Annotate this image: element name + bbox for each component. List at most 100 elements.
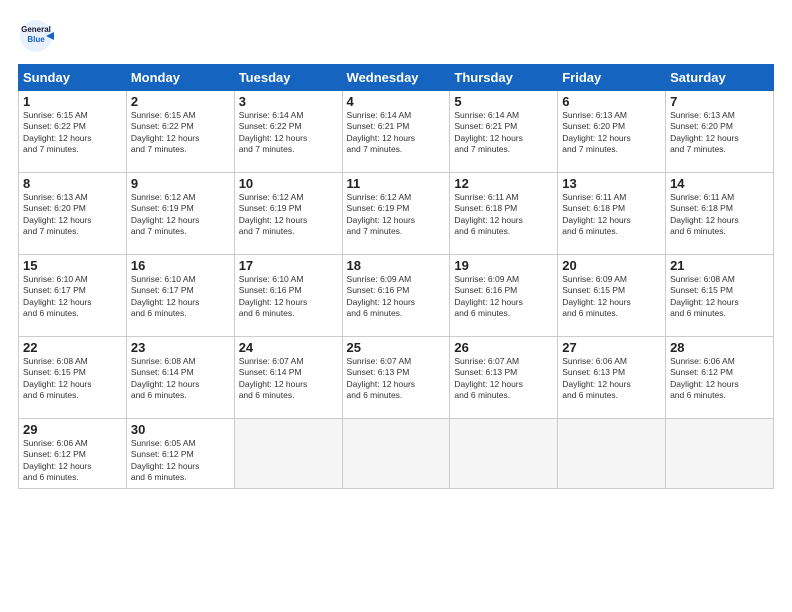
day-number: 2 <box>131 94 230 109</box>
cell-info: Sunrise: 6:13 AMSunset: 6:20 PMDaylight:… <box>670 110 769 156</box>
calendar-cell: 15Sunrise: 6:10 AMSunset: 6:17 PMDayligh… <box>19 255 127 337</box>
day-number: 4 <box>347 94 446 109</box>
calendar-cell: 2Sunrise: 6:15 AMSunset: 6:22 PMDaylight… <box>126 91 234 173</box>
calendar-cell: 25Sunrise: 6:07 AMSunset: 6:13 PMDayligh… <box>342 337 450 419</box>
calendar-cell: 19Sunrise: 6:09 AMSunset: 6:16 PMDayligh… <box>450 255 558 337</box>
cell-info: Sunrise: 6:14 AMSunset: 6:21 PMDaylight:… <box>454 110 553 156</box>
cell-info: Sunrise: 6:10 AMSunset: 6:17 PMDaylight:… <box>23 274 122 320</box>
calendar-cell: 30Sunrise: 6:05 AMSunset: 6:12 PMDayligh… <box>126 419 234 489</box>
calendar-cell: 16Sunrise: 6:10 AMSunset: 6:17 PMDayligh… <box>126 255 234 337</box>
day-number: 8 <box>23 176 122 191</box>
day-number: 27 <box>562 340 661 355</box>
calendar-cell <box>234 419 342 489</box>
calendar-cell: 14Sunrise: 6:11 AMSunset: 6:18 PMDayligh… <box>666 173 774 255</box>
cell-info: Sunrise: 6:11 AMSunset: 6:18 PMDaylight:… <box>454 192 553 238</box>
cell-info: Sunrise: 6:10 AMSunset: 6:16 PMDaylight:… <box>239 274 338 320</box>
weekday-wednesday: Wednesday <box>342 65 450 91</box>
day-number: 21 <box>670 258 769 273</box>
calendar-cell: 23Sunrise: 6:08 AMSunset: 6:14 PMDayligh… <box>126 337 234 419</box>
day-number: 24 <box>239 340 338 355</box>
day-number: 15 <box>23 258 122 273</box>
page: General Blue SundayMondayTuesdayWednesda… <box>0 0 792 612</box>
cell-info: Sunrise: 6:09 AMSunset: 6:16 PMDaylight:… <box>347 274 446 320</box>
cell-info: Sunrise: 6:08 AMSunset: 6:15 PMDaylight:… <box>670 274 769 320</box>
day-number: 17 <box>239 258 338 273</box>
day-number: 28 <box>670 340 769 355</box>
cell-info: Sunrise: 6:10 AMSunset: 6:17 PMDaylight:… <box>131 274 230 320</box>
day-number: 10 <box>239 176 338 191</box>
day-number: 5 <box>454 94 553 109</box>
day-number: 22 <box>23 340 122 355</box>
cell-info: Sunrise: 6:09 AMSunset: 6:16 PMDaylight:… <box>454 274 553 320</box>
day-number: 26 <box>454 340 553 355</box>
weekday-sunday: Sunday <box>19 65 127 91</box>
cell-info: Sunrise: 6:11 AMSunset: 6:18 PMDaylight:… <box>562 192 661 238</box>
logo: General Blue <box>18 18 58 54</box>
day-number: 29 <box>23 422 122 437</box>
calendar-cell: 26Sunrise: 6:07 AMSunset: 6:13 PMDayligh… <box>450 337 558 419</box>
calendar-cell <box>450 419 558 489</box>
calendar-cell: 17Sunrise: 6:10 AMSunset: 6:16 PMDayligh… <box>234 255 342 337</box>
calendar-cell: 11Sunrise: 6:12 AMSunset: 6:19 PMDayligh… <box>342 173 450 255</box>
cell-info: Sunrise: 6:12 AMSunset: 6:19 PMDaylight:… <box>131 192 230 238</box>
calendar-cell <box>666 419 774 489</box>
calendar-cell: 10Sunrise: 6:12 AMSunset: 6:19 PMDayligh… <box>234 173 342 255</box>
day-number: 12 <box>454 176 553 191</box>
cell-info: Sunrise: 6:06 AMSunset: 6:12 PMDaylight:… <box>670 356 769 402</box>
calendar-cell <box>558 419 666 489</box>
calendar-cell: 22Sunrise: 6:08 AMSunset: 6:15 PMDayligh… <box>19 337 127 419</box>
calendar-cell: 18Sunrise: 6:09 AMSunset: 6:16 PMDayligh… <box>342 255 450 337</box>
calendar-cell: 13Sunrise: 6:11 AMSunset: 6:18 PMDayligh… <box>558 173 666 255</box>
calendar-cell: 21Sunrise: 6:08 AMSunset: 6:15 PMDayligh… <box>666 255 774 337</box>
day-number: 18 <box>347 258 446 273</box>
week-row-5: 29Sunrise: 6:06 AMSunset: 6:12 PMDayligh… <box>19 419 774 489</box>
calendar-cell: 12Sunrise: 6:11 AMSunset: 6:18 PMDayligh… <box>450 173 558 255</box>
cell-info: Sunrise: 6:13 AMSunset: 6:20 PMDaylight:… <box>23 192 122 238</box>
svg-text:General: General <box>21 25 51 34</box>
cell-info: Sunrise: 6:05 AMSunset: 6:12 PMDaylight:… <box>131 438 230 484</box>
cell-info: Sunrise: 6:08 AMSunset: 6:15 PMDaylight:… <box>23 356 122 402</box>
cell-info: Sunrise: 6:06 AMSunset: 6:13 PMDaylight:… <box>562 356 661 402</box>
day-number: 20 <box>562 258 661 273</box>
cell-info: Sunrise: 6:07 AMSunset: 6:14 PMDaylight:… <box>239 356 338 402</box>
week-row-3: 15Sunrise: 6:10 AMSunset: 6:17 PMDayligh… <box>19 255 774 337</box>
calendar-cell: 28Sunrise: 6:06 AMSunset: 6:12 PMDayligh… <box>666 337 774 419</box>
week-row-2: 8Sunrise: 6:13 AMSunset: 6:20 PMDaylight… <box>19 173 774 255</box>
weekday-saturday: Saturday <box>666 65 774 91</box>
cell-info: Sunrise: 6:15 AMSunset: 6:22 PMDaylight:… <box>23 110 122 156</box>
cell-info: Sunrise: 6:06 AMSunset: 6:12 PMDaylight:… <box>23 438 122 484</box>
cell-info: Sunrise: 6:07 AMSunset: 6:13 PMDaylight:… <box>454 356 553 402</box>
day-number: 11 <box>347 176 446 191</box>
calendar-cell: 5Sunrise: 6:14 AMSunset: 6:21 PMDaylight… <box>450 91 558 173</box>
cell-info: Sunrise: 6:12 AMSunset: 6:19 PMDaylight:… <box>239 192 338 238</box>
svg-text:Blue: Blue <box>27 35 45 44</box>
week-row-4: 22Sunrise: 6:08 AMSunset: 6:15 PMDayligh… <box>19 337 774 419</box>
day-number: 16 <box>131 258 230 273</box>
header: General Blue <box>18 18 774 54</box>
cell-info: Sunrise: 6:12 AMSunset: 6:19 PMDaylight:… <box>347 192 446 238</box>
calendar-cell: 7Sunrise: 6:13 AMSunset: 6:20 PMDaylight… <box>666 91 774 173</box>
day-number: 30 <box>131 422 230 437</box>
day-number: 14 <box>670 176 769 191</box>
calendar-cell: 4Sunrise: 6:14 AMSunset: 6:21 PMDaylight… <box>342 91 450 173</box>
cell-info: Sunrise: 6:13 AMSunset: 6:20 PMDaylight:… <box>562 110 661 156</box>
cell-info: Sunrise: 6:15 AMSunset: 6:22 PMDaylight:… <box>131 110 230 156</box>
cell-info: Sunrise: 6:09 AMSunset: 6:15 PMDaylight:… <box>562 274 661 320</box>
calendar-cell: 27Sunrise: 6:06 AMSunset: 6:13 PMDayligh… <box>558 337 666 419</box>
calendar-cell: 6Sunrise: 6:13 AMSunset: 6:20 PMDaylight… <box>558 91 666 173</box>
calendar-cell: 9Sunrise: 6:12 AMSunset: 6:19 PMDaylight… <box>126 173 234 255</box>
calendar-cell: 29Sunrise: 6:06 AMSunset: 6:12 PMDayligh… <box>19 419 127 489</box>
day-number: 3 <box>239 94 338 109</box>
calendar-cell: 3Sunrise: 6:14 AMSunset: 6:22 PMDaylight… <box>234 91 342 173</box>
cell-info: Sunrise: 6:07 AMSunset: 6:13 PMDaylight:… <box>347 356 446 402</box>
calendar-cell: 24Sunrise: 6:07 AMSunset: 6:14 PMDayligh… <box>234 337 342 419</box>
day-number: 1 <box>23 94 122 109</box>
weekday-tuesday: Tuesday <box>234 65 342 91</box>
day-number: 13 <box>562 176 661 191</box>
day-number: 6 <box>562 94 661 109</box>
weekday-thursday: Thursday <box>450 65 558 91</box>
cell-info: Sunrise: 6:14 AMSunset: 6:21 PMDaylight:… <box>347 110 446 156</box>
week-row-1: 1Sunrise: 6:15 AMSunset: 6:22 PMDaylight… <box>19 91 774 173</box>
calendar-cell: 1Sunrise: 6:15 AMSunset: 6:22 PMDaylight… <box>19 91 127 173</box>
day-number: 25 <box>347 340 446 355</box>
